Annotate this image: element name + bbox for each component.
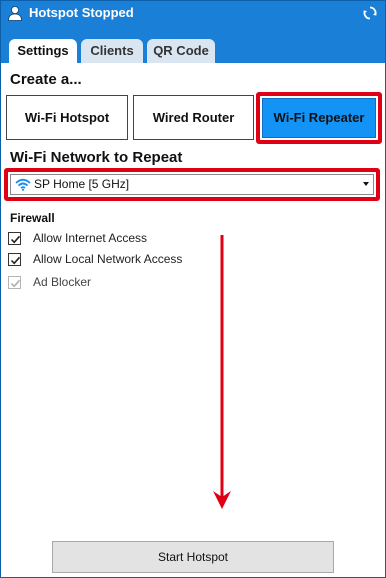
tab-qr-code[interactable]: QR Code [147,39,215,63]
header: Hotspot Stopped Settings Clients QR Code [1,1,385,63]
down-arrow-annotation [213,235,231,509]
tab-settings[interactable]: Settings [9,39,77,63]
ad-blocker-checkbox [8,276,21,289]
create-heading: Create a... [10,71,82,88]
internet-access-label: Allow Internet Access [33,231,148,245]
network-select-highlight: SP Home [5 GHz] [4,168,380,201]
checkmark-icon [10,279,21,288]
wifi-hotspot-button[interactable]: Wi-Fi Hotspot [6,95,128,140]
window-title: Hotspot Stopped [29,5,134,20]
checkmark-icon [10,256,21,265]
internet-access-checkbox[interactable] [8,232,21,245]
local-network-checkbox[interactable] [8,253,21,266]
repeater-highlight: Wi-Fi Repeater [256,92,382,144]
user-icon [8,6,22,21]
ad-blocker-label: Ad Blocker [33,275,92,289]
wired-router-button[interactable]: Wired Router [133,95,254,140]
firewall-heading: Firewall [10,211,55,225]
refresh-icon[interactable] [361,4,379,22]
wifi-repeater-button[interactable]: Wi-Fi Repeater [262,98,376,138]
tab-clients[interactable]: Clients [81,39,143,63]
wifi-icon [15,178,31,191]
network-select-value: SP Home [5 GHz] [34,177,130,191]
app-window: Hotspot Stopped Settings Clients QR Code… [0,0,386,578]
network-select[interactable]: SP Home [5 GHz] [10,174,374,195]
chevron-down-icon[interactable] [363,182,369,186]
checkmark-icon [10,235,21,244]
network-heading: Wi-Fi Network to Repeat [10,149,183,166]
start-hotspot-button[interactable]: Start Hotspot [52,541,334,573]
local-network-label: Allow Local Network Access [33,252,183,266]
title-bar: Hotspot Stopped [1,1,385,25]
